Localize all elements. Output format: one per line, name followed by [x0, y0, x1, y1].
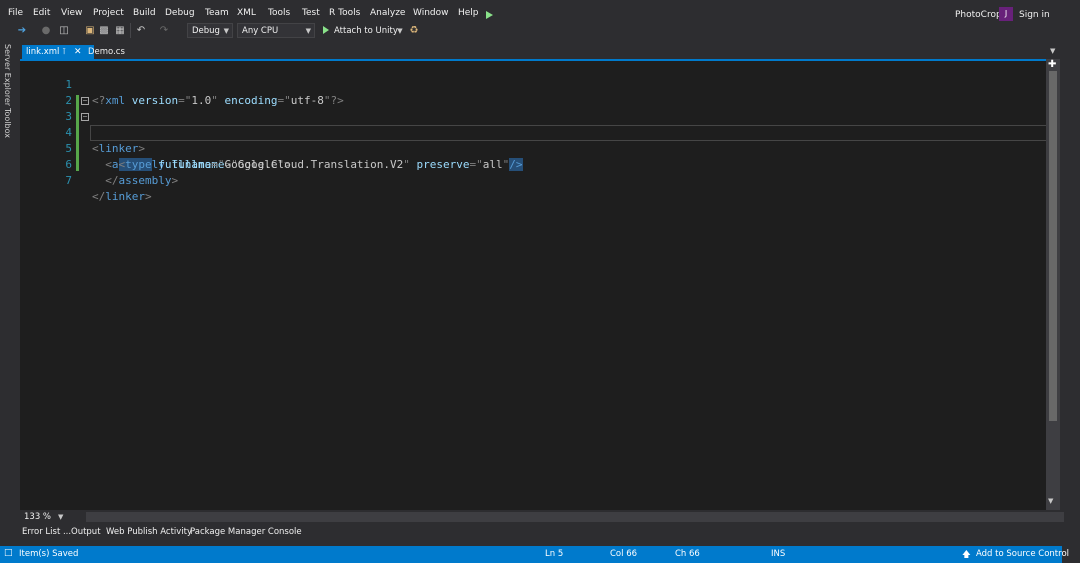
- toolbox-tab[interactable]: Toolbox: [3, 108, 12, 138]
- new-project-icon[interactable]: ◫: [58, 25, 70, 37]
- sign-in-link[interactable]: Sign in: [1019, 10, 1050, 20]
- account-avatar[interactable]: J: [999, 7, 1013, 21]
- char-indicator: Ch 66: [675, 549, 700, 559]
- scrollbar-thumb[interactable]: [1049, 71, 1057, 421]
- status-message-icon: □: [4, 548, 13, 558]
- save-all-icon[interactable]: ▦: [114, 25, 126, 37]
- split-icon[interactable]: ✚: [1048, 59, 1056, 70]
- chevron-down-icon[interactable]: ▼: [394, 25, 406, 37]
- tab-overflow-icon[interactable]: ▼: [1050, 47, 1055, 55]
- column-indicator: Col 66: [610, 549, 638, 559]
- code-editor[interactable]: 1 <?xml version="1.0" encoding="utf-8"?>…: [20, 59, 1047, 512]
- back-icon[interactable]: ➔: [16, 25, 28, 37]
- chevron-down-icon: ▼: [305, 27, 311, 35]
- line-content: </assembly>: [105, 174, 179, 187]
- tab-demo-cs[interactable]: Demo.cs: [84, 45, 129, 59]
- scroll-down-icon[interactable]: ▼: [1048, 497, 1053, 505]
- code-line: 7 </linker>: [20, 157, 1046, 203]
- redo-icon[interactable]: ↷: [158, 25, 170, 37]
- attach-to-unity-button[interactable]: Attach to Unity: [334, 26, 398, 36]
- toolbar-separator: [130, 23, 131, 38]
- editor-bottom-bar: 133 % ▼: [20, 510, 1064, 524]
- change-marker: [76, 95, 79, 171]
- menu-window[interactable]: Window: [413, 8, 449, 18]
- menu-debug[interactable]: Debug: [165, 8, 195, 18]
- status-bar: □ Item(s) Saved Ln 5 Col 66 Ch 66 INS 🡅 …: [0, 546, 1069, 563]
- insert-mode-indicator: INS: [771, 549, 786, 559]
- menu-test[interactable]: Test: [302, 8, 320, 18]
- code-line: 2: [20, 77, 1046, 107]
- vertical-scrollbar[interactable]: ✚ ▼: [1046, 59, 1060, 510]
- code-line: 1 <?xml version="1.0" encoding="utf-8"?>: [20, 61, 1046, 107]
- open-folder-icon[interactable]: ▣: [84, 25, 96, 37]
- server-explorer-tab[interactable]: Server Explorer: [3, 44, 12, 106]
- tab-label: link.xml: [26, 47, 60, 57]
- status-message: Item(s) Saved: [19, 549, 79, 559]
- menu-analyze[interactable]: Analyze: [370, 8, 405, 18]
- line-number: 7: [65, 174, 72, 187]
- menu-project[interactable]: Project: [93, 8, 124, 18]
- code-line: 3 − <linker>: [20, 93, 1046, 156]
- add-to-source-control-button[interactable]: Add to Source Control: [976, 549, 1069, 559]
- line-indicator: Ln 5: [545, 549, 564, 559]
- configuration-value: Debug: [192, 26, 220, 36]
- forward-icon[interactable]: ●: [40, 25, 52, 37]
- document-tab-strip: link.xml ⊺ ✕ Demo.cs ▼: [20, 45, 1060, 59]
- tab-output[interactable]: Output: [71, 527, 101, 537]
- zoom-level[interactable]: 133 %: [24, 512, 51, 522]
- code-line: 5 <type fullname="Google.Cloud.Translati…: [20, 125, 1046, 171]
- menu-xml[interactable]: XML: [237, 8, 256, 18]
- platform-value: Any CPU: [242, 26, 279, 36]
- tool-window-tabs: Error List ... Output Web Publish Activi…: [20, 527, 1060, 541]
- collapse-icon[interactable]: −: [81, 113, 89, 121]
- menu-bar: File Edit View Project Build Debug Team …: [0, 4, 1080, 22]
- run-icon[interactable]: [486, 11, 493, 19]
- save-icon[interactable]: ▩: [98, 25, 110, 37]
- code-line: 6 </assembly>: [20, 141, 1046, 187]
- menu-team[interactable]: Team: [205, 8, 229, 18]
- collapse-icon[interactable]: −: [81, 97, 89, 105]
- menu-edit[interactable]: Edit: [33, 8, 50, 18]
- tab-web-publish-activity[interactable]: Web Publish Activity: [106, 527, 192, 537]
- undo-icon[interactable]: ↶: [135, 25, 147, 37]
- menu-tools[interactable]: Tools: [268, 8, 290, 18]
- chevron-down-icon: ▼: [223, 27, 229, 35]
- menu-view[interactable]: View: [61, 8, 82, 18]
- tab-label: Demo.cs: [88, 47, 125, 57]
- tab-package-manager-console[interactable]: Package Manager Console: [190, 527, 302, 537]
- line-content: </linker>: [92, 190, 152, 203]
- menu-r-tools[interactable]: R Tools: [329, 8, 360, 18]
- play-icon[interactable]: [323, 26, 329, 34]
- code-line: 4 − <assembly fullname="Google">: [20, 109, 1046, 172]
- close-icon[interactable]: ✕: [74, 45, 82, 59]
- side-tool-strip: Server Explorer Toolbox: [0, 42, 18, 512]
- browser-link-icon[interactable]: ♻: [408, 25, 420, 37]
- horizontal-scrollbar[interactable]: [86, 512, 1064, 522]
- upload-icon: 🡅: [962, 550, 971, 560]
- tab-error-list[interactable]: Error List ...: [22, 527, 71, 537]
- app-title: PhotoCrop: [955, 10, 1002, 20]
- chevron-down-icon[interactable]: ▼: [58, 513, 63, 521]
- platform-dropdown[interactable]: Any CPU ▼: [237, 23, 315, 38]
- menu-build[interactable]: Build: [133, 8, 156, 18]
- configuration-dropdown[interactable]: Debug ▼: [187, 23, 233, 38]
- menu-file[interactable]: File: [8, 8, 23, 18]
- pin-icon[interactable]: ⊺: [62, 45, 66, 59]
- menu-help[interactable]: Help: [458, 8, 479, 18]
